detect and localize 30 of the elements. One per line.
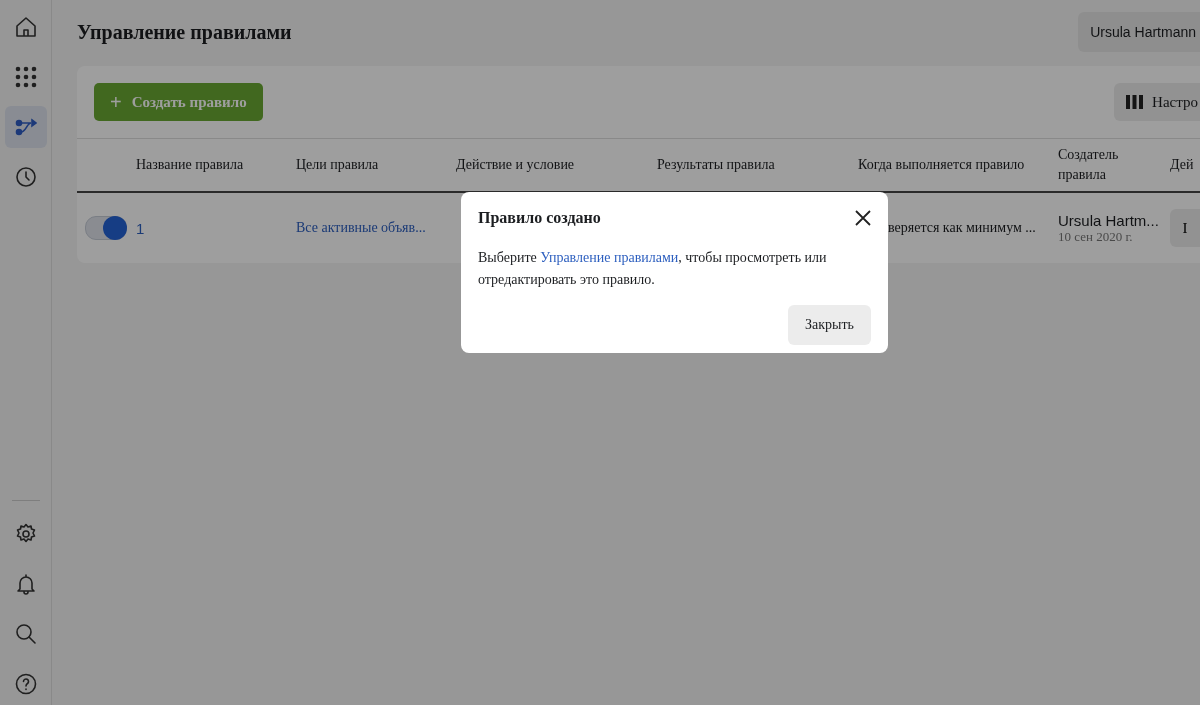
column-header: Когда выполняется правило [857,156,1026,174]
created-date: 10 сен 2020 г. [1058,228,1134,245]
home-icon [13,15,38,39]
table-cell-text: веряется как минимум ... [887,220,1037,236]
rules-button[interactable] [4,106,47,148]
dialog-message: Выберите Управление правилами, чтобы просмотреть или отредактировать это правило. [478,249,828,289]
toggle-switch[interactable] [85,216,127,240]
column-header: Создатель правила [1057,146,1120,184]
search-icon [13,622,38,646]
clock-icon [13,165,38,189]
rule-name-link[interactable]: 1 [128,219,288,237]
column-header: Результаты правила [656,156,776,174]
column-header: Дей [1169,156,1195,174]
column-header: Действие и условие [455,156,576,174]
flow-icon [14,118,37,136]
page-title: Управление правилами [77,20,292,44]
column-header: Название правила [135,156,245,174]
row-action-button[interactable]: I [1170,209,1200,247]
targets-link[interactable]: Все активные объяв... [296,220,448,236]
close-icon [855,210,871,226]
dialog-title: Правило создано [478,209,601,227]
columns-button[interactable]: Настро [1114,83,1200,121]
help-icon [13,672,38,696]
account-button[interactable]: Ursula Hartmann [1078,12,1200,52]
column-header: Цели правила [295,156,380,174]
close-button[interactable] [855,210,871,226]
dialog-close-button[interactable]: Закрыть [788,305,871,345]
creator-name: Ursula Hartm... [1058,211,1160,229]
columns-icon [1126,95,1144,109]
grid-icon [14,66,37,88]
